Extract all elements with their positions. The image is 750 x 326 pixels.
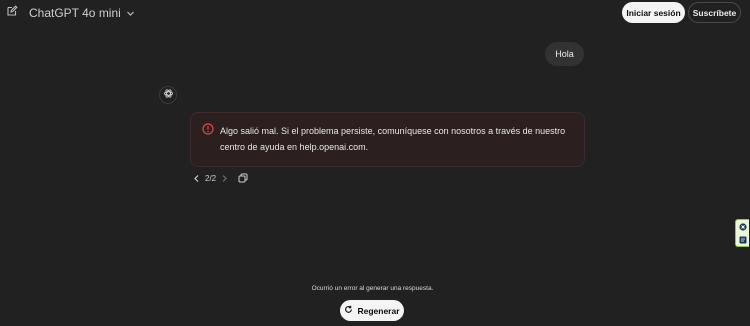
alert-circle-icon	[202, 123, 214, 135]
regenerate-label: Regenerar	[357, 305, 400, 316]
user-message: Hola	[545, 42, 584, 66]
assistant-avatar	[159, 86, 177, 104]
signup-button[interactable]: Suscríbete	[688, 2, 741, 23]
chat-page: ChatGPT 4o mini Iniciar sesión Suscríbet…	[0, 0, 750, 326]
copy-button[interactable]	[237, 173, 248, 184]
chevron-down-icon	[126, 8, 136, 18]
error-text: Algo salió mal. Si el problema persiste,…	[220, 126, 566, 152]
page-icon[interactable]	[738, 235, 747, 244]
login-button[interactable]: Iniciar sesión	[622, 2, 685, 23]
extension-widget	[735, 219, 749, 247]
openai-logo-icon	[163, 86, 174, 104]
response-counter: 2/2	[205, 173, 217, 183]
close-icon[interactable]	[738, 222, 747, 231]
error-message-box: Algo salió mal. Si el problema persiste,…	[190, 112, 585, 167]
top-bar: ChatGPT 4o mini Iniciar sesión Suscríbet…	[0, 0, 750, 26]
model-name: ChatGPT 4o mini	[29, 6, 121, 20]
refresh-icon	[344, 305, 353, 316]
model-selector[interactable]: ChatGPT 4o mini	[29, 4, 136, 22]
new-chat-button[interactable]	[4, 5, 20, 21]
generation-error-notice: Ocurrió un error al generar una respuest…	[311, 285, 434, 292]
previous-response-button[interactable]	[192, 172, 201, 184]
response-navigation: 2/2	[192, 172, 248, 184]
regenerate-button[interactable]: Regenerar	[340, 300, 404, 321]
edit-icon	[6, 4, 18, 22]
next-response-button[interactable]	[220, 172, 229, 184]
